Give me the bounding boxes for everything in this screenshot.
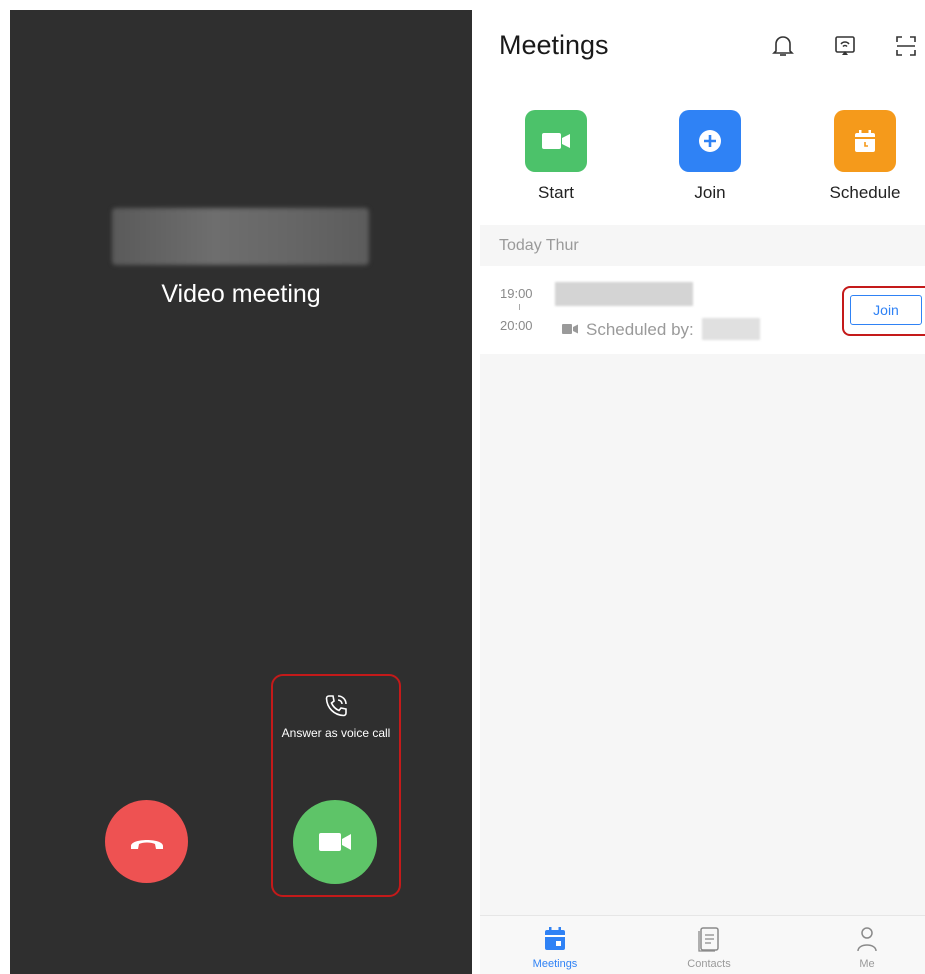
answer-video-button[interactable] (293, 800, 377, 884)
bell-icon (772, 36, 794, 56)
schedule-tile (834, 110, 896, 172)
join-highlight: Join (842, 286, 925, 336)
phone-voice-icon (325, 695, 347, 717)
tab-meetings[interactable]: Meetings (510, 924, 600, 970)
meetings-header-area: Meetings Start Join Schedule (480, 10, 925, 225)
join-label: Join (694, 183, 726, 202)
meeting-end-time: 20:00 (500, 318, 533, 333)
page-title: Meetings (499, 30, 609, 60)
cast-screen-icon (835, 36, 855, 55)
start-tile (525, 110, 587, 172)
schedule-meeting-action[interactable]: Schedule (810, 110, 920, 203)
scan-icon (896, 36, 916, 56)
join-meeting-action[interactable]: Join (655, 110, 765, 203)
schedule-label: Schedule (829, 183, 901, 202)
meetings-app: Meetings Start Join Schedule Today Thur … (480, 10, 925, 974)
calendar-icon (545, 927, 565, 950)
section-header-today: Today Thur (499, 237, 579, 254)
tab-me[interactable]: Me (822, 924, 912, 970)
video-camera-icon (562, 324, 578, 334)
tab-me-label: Me (859, 958, 875, 970)
join-meeting-button[interactable]: Join (850, 295, 922, 325)
meeting-subject-redacted (555, 282, 693, 306)
screenshot: Video meeting Answer as voice call Meeti… (0, 0, 925, 974)
tab-contacts[interactable]: Contacts (664, 924, 754, 970)
time-separator (519, 304, 520, 310)
video-camera-icon (542, 133, 570, 149)
plus-circle-icon (699, 130, 721, 152)
bottom-tab-bar: Meetings Contacts Me (480, 915, 925, 974)
voice-answer-highlight: Answer as voice call (271, 674, 401, 897)
video-camera-icon (319, 833, 351, 851)
hangup-button[interactable] (105, 800, 188, 883)
call-type-label: Video meeting (161, 280, 321, 308)
answer-voice-label: Answer as voice call (281, 726, 391, 740)
scan-button[interactable] (892, 32, 920, 60)
meeting-start-time: 19:00 (500, 286, 533, 301)
meeting-list-item[interactable]: 19:00 20:00 Scheduled by: Join (480, 266, 925, 354)
scheduled-by-label: Scheduled by: (586, 320, 694, 339)
contacts-tab-icon (695, 924, 723, 954)
phone-hangup-icon (130, 839, 163, 849)
answer-voice-button[interactable] (320, 690, 352, 722)
person-tab-icon (853, 924, 881, 954)
calendar-tab-icon (541, 924, 569, 954)
contacts-icon (698, 927, 719, 952)
caller-name-redacted (112, 208, 369, 265)
organizer-redacted (702, 318, 760, 340)
join-tile (679, 110, 741, 172)
person-icon (857, 927, 877, 952)
start-label: Start (538, 183, 574, 202)
start-meeting-action[interactable]: Start (501, 110, 611, 203)
incoming-call-screen: Video meeting Answer as voice call (10, 10, 472, 974)
cast-screen-button[interactable] (831, 32, 859, 60)
notifications-button[interactable] (769, 32, 797, 60)
calendar-icon (855, 130, 875, 152)
tab-meetings-label: Meetings (532, 958, 578, 970)
tab-contacts-label: Contacts (687, 958, 731, 970)
